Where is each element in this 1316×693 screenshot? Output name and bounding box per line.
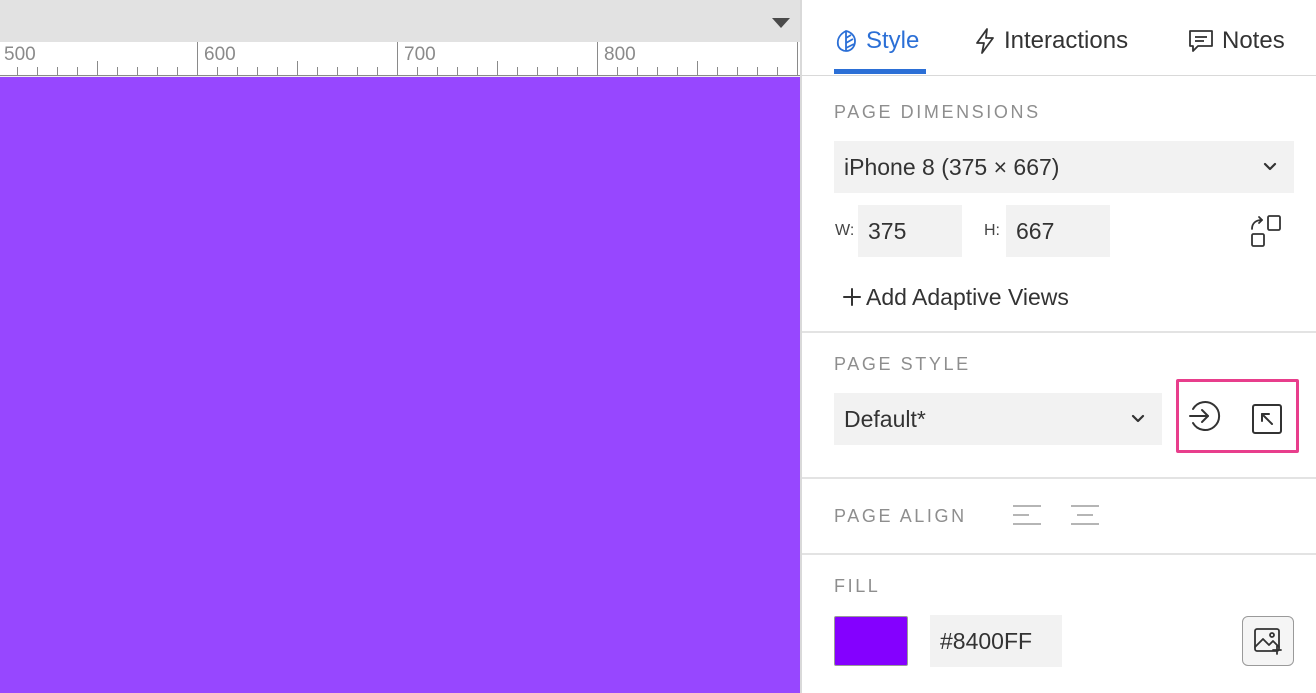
- ruler-tick: [77, 67, 78, 75]
- ruler-tick: [777, 67, 778, 75]
- canvas-area[interactable]: 500 600 700 800: [0, 0, 800, 693]
- ruler-tick: [37, 67, 38, 75]
- ruler-tick: [317, 67, 318, 75]
- ruler-tick: [197, 42, 198, 75]
- ruler-tick: [257, 67, 258, 75]
- lightning-icon: [976, 28, 994, 54]
- page-style-select[interactable]: Default*: [834, 393, 1162, 445]
- ruler-tick: [17, 67, 18, 75]
- ruler-tick: [737, 67, 738, 75]
- section-divider: [802, 331, 1316, 333]
- section-title-fill: FILL: [834, 576, 881, 596]
- tab-style[interactable]: Style: [834, 24, 919, 58]
- ruler-tick: [237, 67, 238, 75]
- ruler-tick: [377, 67, 378, 75]
- tab-interactions[interactable]: Interactions: [974, 24, 1128, 58]
- page-canvas[interactable]: [0, 77, 800, 693]
- align-left-icon[interactable]: [1012, 504, 1042, 526]
- ruler-tick: [337, 67, 338, 75]
- align-center-icon[interactable]: [1070, 504, 1100, 526]
- dropdown-caret-icon[interactable]: [772, 18, 790, 28]
- ruler-tick: [757, 67, 758, 75]
- ruler-tick: [597, 42, 598, 75]
- ruler-tick: [617, 67, 618, 75]
- ruler-label: 500: [4, 44, 36, 65]
- ruler-tick: [657, 67, 658, 75]
- ruler-tick: [637, 67, 638, 75]
- width-field[interactable]: 375: [858, 205, 962, 257]
- rotate-orientation-icon[interactable]: [1248, 214, 1284, 248]
- ruler-tick: [137, 67, 138, 75]
- chevron-down-icon: [1263, 162, 1277, 171]
- ruler-tick: [157, 67, 158, 75]
- ruler-tick: [677, 67, 678, 75]
- ruler-tick: [397, 42, 398, 75]
- active-tab-indicator: [834, 69, 926, 74]
- ruler-tick: [457, 67, 458, 75]
- width-label: W:: [835, 222, 855, 239]
- add-adaptive-views-label: Add Adaptive Views: [866, 283, 1069, 310]
- tab-label: Style: [866, 27, 920, 54]
- ruler-tick: [517, 67, 518, 75]
- horizontal-ruler: 500 600 700 800: [0, 42, 800, 76]
- ruler-tick: [497, 61, 498, 75]
- ruler-tick: [117, 67, 118, 75]
- ruler-tick: [437, 67, 438, 75]
- section-title-page-dimensions: PAGE DIMENSIONS: [834, 102, 1041, 122]
- ruler-label: 800: [604, 44, 636, 65]
- ruler-tick: [537, 67, 538, 75]
- detach-style-icon[interactable]: [1250, 402, 1284, 436]
- apply-style-icon[interactable]: [1187, 399, 1221, 433]
- add-image-icon: [1254, 628, 1282, 655]
- page-dimensions-select[interactable]: iPhone 8 (375 × 667): [834, 141, 1294, 193]
- ruler-tick: [717, 67, 718, 75]
- ruler-label: 600: [204, 44, 236, 65]
- ruler-tick: [97, 61, 98, 75]
- ruler-tick: [217, 67, 218, 75]
- plus-icon: [843, 288, 861, 306]
- ruler-tick: [357, 67, 358, 75]
- fill-color-swatch[interactable]: [834, 616, 908, 666]
- tab-label: Notes: [1222, 27, 1285, 54]
- height-label: H:: [984, 222, 1000, 239]
- ruler-tick: [477, 67, 478, 75]
- fill-image-button[interactable]: [1242, 616, 1294, 666]
- section-title-page-style: PAGE STYLE: [834, 354, 971, 374]
- add-adaptive-views-button[interactable]: Add Adaptive Views: [842, 282, 1069, 312]
- canvas-top-bar: [0, 0, 800, 42]
- tab-notes[interactable]: Notes: [1188, 24, 1285, 58]
- chevron-down-icon: [1131, 414, 1145, 423]
- fill-hex-field[interactable]: #8400FF: [930, 615, 1062, 667]
- ruler-tick: [57, 67, 58, 75]
- section-divider: [802, 477, 1316, 479]
- ruler-tick: [557, 67, 558, 75]
- tab-label: Interactions: [1004, 27, 1129, 54]
- style-leaf-icon: [836, 30, 856, 52]
- section-divider: [802, 553, 1316, 555]
- page-style-value: Default*: [844, 405, 926, 432]
- ruler-tick: [297, 61, 298, 75]
- ruler-tick: [417, 67, 418, 75]
- section-title-page-align: PAGE ALIGN: [834, 506, 967, 526]
- ruler-tick: [577, 67, 578, 75]
- inspector-tabs: Style Interactions Notes: [802, 0, 1316, 76]
- page-dimensions-value: iPhone 8 (375 × 667): [844, 153, 1060, 180]
- ruler-tick: [177, 67, 178, 75]
- height-field[interactable]: 667: [1006, 205, 1110, 257]
- note-icon: [1189, 30, 1213, 52]
- ruler-tick: [697, 61, 698, 75]
- ruler-tick: [277, 67, 278, 75]
- inspector-panel: Style Interactions Notes PAGE DIMENSIONS…: [800, 0, 1316, 693]
- ruler-tick: [797, 42, 798, 75]
- ruler-label: 700: [404, 44, 436, 65]
